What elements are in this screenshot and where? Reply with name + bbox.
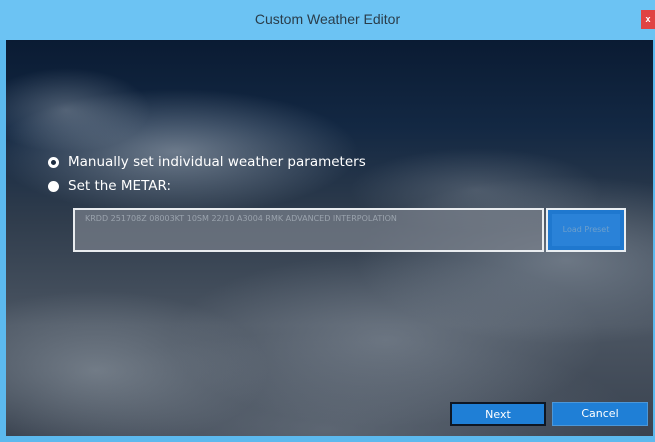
- load-preset-button[interactable]: Load Preset: [546, 208, 626, 252]
- option-manual[interactable]: Manually set individual weather paramete…: [48, 152, 366, 172]
- window-title: Custom Weather Editor: [254, 11, 401, 27]
- radio-unselected-icon[interactable]: [48, 180, 59, 192]
- radio-selected-icon[interactable]: [48, 156, 59, 168]
- metar-input[interactable]: KRDD 251708Z 08003KT 10SM 22/10 A3004 RM…: [73, 208, 544, 252]
- option-metar-label: Set the METAR:: [68, 178, 172, 194]
- load-preset-label: Load Preset: [552, 214, 620, 246]
- option-metar[interactable]: Set the METAR:: [48, 176, 171, 196]
- next-button[interactable]: Next: [450, 402, 546, 426]
- weather-editor-window: Custom Weather Editor x Manually set ind…: [0, 0, 655, 442]
- title-bar: Custom Weather Editor x: [0, 0, 655, 40]
- option-manual-label: Manually set individual weather paramete…: [68, 154, 366, 170]
- close-icon[interactable]: x: [641, 10, 655, 29]
- editor-content: Manually set individual weather paramete…: [6, 40, 653, 436]
- cancel-button[interactable]: Cancel: [552, 402, 648, 426]
- metar-input-value: KRDD 251708Z 08003KT 10SM 22/10 A3004 RM…: [85, 214, 397, 223]
